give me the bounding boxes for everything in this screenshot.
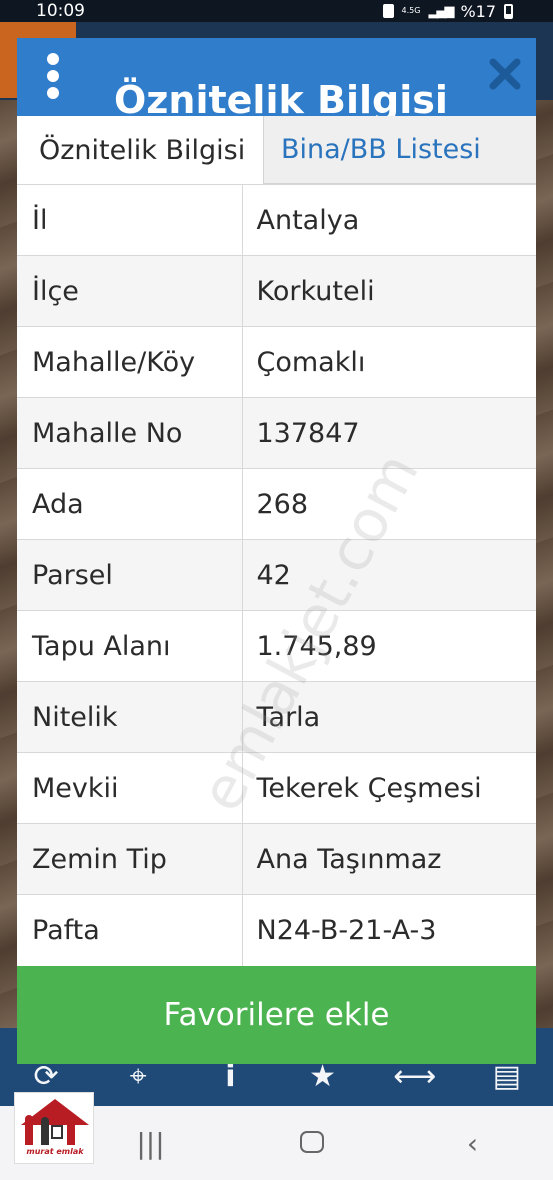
table-row: İlçe Korkuteli	[17, 255, 536, 327]
signal-icon: ▂▄▆	[428, 3, 454, 19]
attribute-dialog: Öznitelik Bilgisi Öznitelik Bilgisi Bina…	[17, 38, 536, 1064]
table-row: Mahalle No 137847	[17, 397, 536, 469]
recent-apps-icon[interactable]: |||	[121, 1127, 181, 1160]
sim-icon	[382, 4, 394, 18]
home-icon	[299, 1130, 324, 1153]
measure-icon[interactable]: ⟷	[390, 1062, 440, 1092]
battery-level: %17	[460, 1, 496, 21]
attribute-value: Ana Taşınmaz	[242, 823, 536, 895]
info-icon[interactable]: i	[205, 1062, 255, 1092]
attribute-key: Tapu Alanı	[17, 610, 243, 682]
attribute-value: Tarla	[242, 681, 536, 753]
star-icon[interactable]: ★	[298, 1062, 348, 1092]
table-row: Pafta N24-B-21-A-3	[17, 894, 536, 966]
logo-text: murat emlak	[26, 1147, 84, 1156]
attribute-value: Antalya	[242, 184, 536, 256]
battery-icon	[504, 3, 513, 19]
attribute-key: Parsel	[17, 539, 243, 611]
attribute-key: Mahalle No	[17, 397, 243, 469]
tab-building-list[interactable]: Bina/BB Listesi	[264, 116, 536, 184]
table-row: Ada 268	[17, 468, 536, 540]
table-row: Nitelik Tarla	[17, 681, 536, 753]
attribute-key: Pafta	[17, 894, 243, 966]
attribute-value: 42	[242, 539, 536, 611]
table-row: Mevkii Tekerek Çeşmesi	[17, 752, 536, 824]
attribute-value: 268	[242, 468, 536, 540]
refresh-icon[interactable]: ⟳	[21, 1062, 71, 1092]
add-to-favorites-button[interactable]: Favorilere ekle	[17, 966, 536, 1064]
attribute-key: Zemin Tip	[17, 823, 243, 895]
attribute-key: İlçe	[17, 255, 243, 327]
table-row: İl Antalya	[17, 184, 536, 256]
attribute-value: 1.745,89	[242, 610, 536, 682]
attribute-value: Çomaklı	[242, 326, 536, 398]
tab-attribute-info[interactable]: Öznitelik Bilgisi	[17, 116, 264, 184]
table-row: Mahalle/Köy Çomaklı	[17, 326, 536, 398]
attribute-table: İl Antalya İlçe Korkuteli Mahalle/Köy Çomak…	[17, 184, 536, 966]
attribute-key: Mahalle/Köy	[17, 326, 243, 398]
back-icon[interactable]: ‹	[443, 1127, 503, 1160]
attribute-key: Nitelik	[17, 681, 243, 753]
murat-emlak-logo: murat emlak	[14, 1092, 94, 1164]
table-row: Zemin Tip Ana Taşınmaz	[17, 823, 536, 895]
kebab-menu-icon[interactable]	[45, 53, 61, 99]
status-icons: 4.5G ▂▄▆ %17	[382, 1, 513, 21]
attribute-key: Ada	[17, 468, 243, 540]
table-row: Parsel 42	[17, 539, 536, 611]
dialog-header: Öznitelik Bilgisi	[17, 38, 536, 118]
home-button[interactable]	[282, 1127, 342, 1160]
close-icon[interactable]	[487, 56, 523, 92]
attribute-value: N24-B-21-A-3	[242, 894, 536, 966]
clock: 10:09	[36, 1, 85, 21]
table-row: Tapu Alanı 1.745,89	[17, 610, 536, 682]
attribute-value: Korkuteli	[242, 255, 536, 327]
tab-bar: Öznitelik Bilgisi Bina/BB Listesi	[17, 116, 536, 184]
locate-icon[interactable]: ⌖	[113, 1062, 163, 1092]
print-icon[interactable]: ▤	[482, 1062, 532, 1092]
attribute-value: Tekerek Çeşmesi	[242, 752, 536, 824]
network-type: 4.5G	[401, 6, 421, 15]
attribute-value: 137847	[242, 397, 536, 469]
attribute-key: Mevkii	[17, 752, 243, 824]
attribute-key: İl	[17, 184, 243, 256]
dialog-title: Öznitelik Bilgisi	[114, 78, 448, 118]
status-bar: 10:09 4.5G ▂▄▆ %17	[0, 0, 553, 22]
